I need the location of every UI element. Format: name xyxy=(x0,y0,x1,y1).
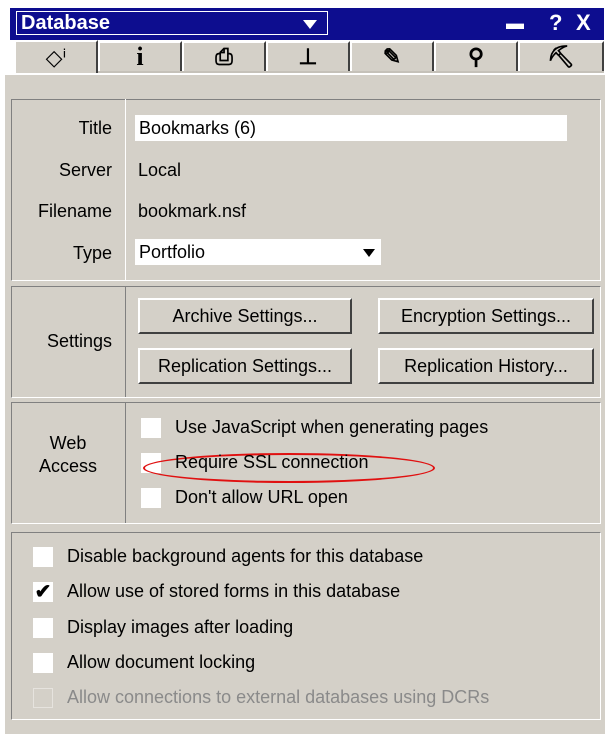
info-icon: i xyxy=(136,42,144,71)
book-info-icon: ◇ⁱ xyxy=(45,44,67,70)
type-select-value: Portfolio xyxy=(139,242,206,262)
display-images-option[interactable]: Display images after loading xyxy=(33,617,293,638)
server-value: Local xyxy=(138,160,182,180)
use-javascript-option[interactable]: Use JavaScript when generating pages xyxy=(141,417,488,438)
replication-settings-button[interactable]: Replication Settings... xyxy=(138,348,352,384)
disable-agents-checkbox[interactable] xyxy=(33,546,53,567)
properties-panel: Title Bookmarks (6) Server Local Filenam… xyxy=(5,75,605,734)
no-url-open-option[interactable]: Don't allow URL open xyxy=(141,487,348,508)
document-locking-option[interactable]: Allow document locking xyxy=(33,652,255,673)
no-url-open-label: Don't allow URL open xyxy=(175,487,348,507)
title-label: Title xyxy=(78,118,112,138)
chevron-down-icon xyxy=(363,249,375,257)
filename-value: bookmark.nsf xyxy=(138,201,247,221)
document-locking-checkbox[interactable] xyxy=(33,652,53,673)
require-ssl-label: Require SSL connection xyxy=(175,452,369,472)
web-access-label-line2: Access xyxy=(38,456,98,476)
no-url-open-checkbox[interactable] xyxy=(141,487,161,508)
settings-group: Settings Archive Settings... Encryption … xyxy=(11,286,601,398)
tab-info[interactable]: i xyxy=(98,41,182,71)
filename-label: Filename xyxy=(37,201,112,221)
tab-basics[interactable]: ◇ⁱ xyxy=(14,40,98,73)
type-label: Type xyxy=(72,243,112,263)
disable-agents-option[interactable]: Disable background agents for this datab… xyxy=(33,546,423,567)
server-label: Server xyxy=(58,160,112,180)
settings-label: Settings xyxy=(46,331,112,351)
title-field[interactable]: Bookmarks (6) xyxy=(135,115,567,141)
properties-type-label: Database xyxy=(21,12,110,34)
require-ssl-option[interactable]: Require SSL connection xyxy=(141,452,368,473)
printer-icon: ⎙ xyxy=(215,44,233,69)
archive-settings-button[interactable]: Archive Settings... xyxy=(138,298,352,334)
design-icon: ⊥ xyxy=(298,44,318,69)
display-images-label: Display images after loading xyxy=(67,617,294,637)
web-access-label-line1: Web xyxy=(49,433,87,453)
pen-icon: ✎ xyxy=(382,44,402,69)
search-icon: ⚲ xyxy=(467,44,485,69)
database-options-group: Disable background agents for this datab… xyxy=(11,532,601,720)
tab-launch[interactable]: ✎ xyxy=(350,41,434,71)
display-images-checkbox[interactable] xyxy=(33,617,53,638)
stored-forms-checkbox[interactable]: ✔ xyxy=(33,580,53,603)
chevron-down-icon xyxy=(303,20,317,29)
database-info-group: Title Bookmarks (6) Server Local Filenam… xyxy=(11,99,601,281)
type-select[interactable]: Portfolio xyxy=(135,239,381,265)
dcr-connections-label: Allow connections to external databases … xyxy=(67,687,490,707)
help-icon[interactable]: ? xyxy=(549,11,562,35)
hat-icon: ⛏ xyxy=(547,44,575,69)
dcr-connections-option: Allow connections to external databases … xyxy=(33,687,489,708)
dcr-connections-checkbox xyxy=(33,687,53,708)
tab-full-text[interactable]: ⚲ xyxy=(434,41,518,71)
stored-forms-label: Allow use of stored forms in this databa… xyxy=(67,581,401,601)
encryption-settings-button[interactable]: Encryption Settings... xyxy=(378,298,594,334)
close-icon[interactable]: X xyxy=(576,11,591,35)
stored-forms-option[interactable]: ✔ Allow use of stored forms in this data… xyxy=(33,581,400,602)
document-locking-label: Allow document locking xyxy=(67,652,256,672)
checkmark-icon: ✔ xyxy=(34,580,52,603)
properties-type-dropdown[interactable]: Database xyxy=(16,11,328,35)
tab-design[interactable]: ⊥ xyxy=(266,41,350,71)
use-javascript-label: Use JavaScript when generating pages xyxy=(175,417,489,437)
use-javascript-checkbox[interactable] xyxy=(141,417,161,438)
web-access-group: Web Access Use JavaScript when generatin… xyxy=(11,402,601,524)
properties-tab-strip: ◇ⁱ i ⎙ ⊥ ✎ ⚲ ⛏ xyxy=(14,40,604,75)
replication-history-button[interactable]: Replication History... xyxy=(378,348,594,384)
tab-print[interactable]: ⎙ xyxy=(182,41,266,71)
tab-advanced[interactable]: ⛏ xyxy=(518,41,604,71)
disable-agents-label: Disable background agents for this datab… xyxy=(67,546,424,566)
palette-titlebar: Database ▬ ? X xyxy=(10,8,604,40)
minimize-icon[interactable]: ▬ xyxy=(506,11,524,35)
